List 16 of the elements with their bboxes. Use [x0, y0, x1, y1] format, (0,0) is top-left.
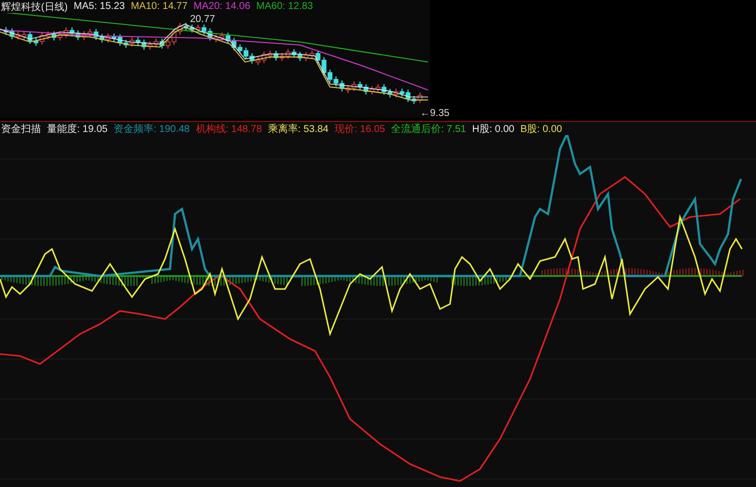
- indicator-reading: 资金频率: 190.48: [114, 122, 190, 136]
- chart-title: 辉煌科技(日线): [1, 0, 68, 14]
- indicator-reading: H股: 0.00: [472, 122, 514, 136]
- moving-average-label: MA10: 14.77: [130, 1, 188, 12]
- high-price-label: 20.77: [190, 14, 216, 25]
- indicator-reading: 量能度: 19.05: [47, 122, 108, 136]
- low-price-label: ←9.35: [420, 108, 450, 119]
- indicator-reading: 乘离率: 53.84: [268, 122, 328, 136]
- moving-average-label: MA20: 14.06: [194, 1, 250, 12]
- indicator-reading: B股: 0.00: [520, 122, 562, 136]
- moving-average-label: MA5: 15.23: [74, 1, 125, 12]
- moving-average-label: MA60: 12.83: [256, 1, 313, 12]
- indicator-title: 资金扫描: [1, 122, 41, 136]
- indicator-reading: 现价: 16.05: [334, 122, 386, 136]
- indicator-reading: 全流通后价: 7.51: [391, 122, 466, 136]
- indicator-reading: 机构线: 148.78: [196, 122, 262, 136]
